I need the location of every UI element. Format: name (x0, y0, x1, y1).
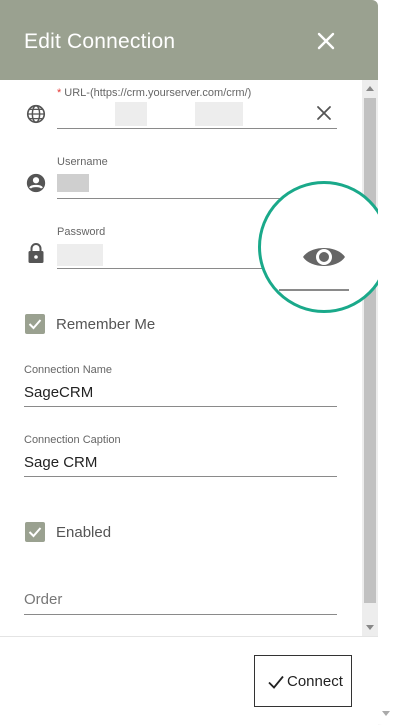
form-scrollbar[interactable] (362, 80, 378, 636)
order-input[interactable] (24, 614, 337, 615)
connect-label: Connect (287, 673, 343, 690)
globe-icon (25, 103, 47, 130)
remember-me-checkbox[interactable] (25, 314, 45, 334)
connection-name-input[interactable] (24, 406, 337, 407)
dialog-header: Edit Connection (0, 0, 378, 80)
password-label: Password (57, 226, 106, 238)
password-toggle-highlight (258, 181, 390, 313)
scrollbar-thumb[interactable] (364, 98, 376, 603)
connection-caption-label: Connection Caption (24, 434, 121, 446)
enabled-label: Enabled (56, 524, 112, 541)
password-input[interactable] (57, 268, 267, 269)
username-label: Username (57, 156, 108, 168)
url-label-text: URL-(https://crm.yourserver.com/crm/) (64, 87, 252, 99)
connection-caption-input[interactable] (24, 476, 337, 477)
url-label: * URL-(https://crm.yourserver.com/crm/) (57, 87, 251, 99)
scroll-up-arrow-icon[interactable] (366, 86, 374, 91)
dialog-title: Edit Connection (24, 30, 176, 53)
url-value-redacted-2 (195, 102, 243, 126)
order-placeholder: Order (24, 591, 63, 608)
clear-icon[interactable] (315, 104, 333, 127)
enabled-checkbox[interactable] (25, 522, 45, 542)
password-underline-highlight (279, 289, 349, 291)
close-icon[interactable] (315, 30, 337, 52)
connection-name-value: SageCRM (24, 384, 94, 401)
edit-connection-dialog: Edit Connection * URL-(https://crm.yourse… (0, 0, 378, 725)
connection-name-label: Connection Name (24, 364, 113, 376)
checkmark-icon (267, 674, 285, 695)
account-circle-icon (25, 172, 47, 199)
scroll-down-arrow-icon[interactable] (366, 625, 374, 630)
url-value-redacted (115, 102, 147, 126)
page-scroll-down-icon[interactable] (382, 711, 390, 716)
page-scrollbar[interactable] (378, 0, 395, 724)
eye-icon[interactable] (301, 242, 347, 277)
connection-caption-value: Sage CRM (24, 454, 98, 471)
username-value-redacted (57, 174, 89, 192)
required-marker: * (57, 87, 62, 99)
remember-me-label: Remember Me (56, 316, 156, 333)
form-scroll-area[interactable]: * URL-(https://crm.yourserver.com/crm/) U… (0, 80, 378, 636)
password-value-redacted (57, 244, 103, 266)
dialog-footer: Connect (0, 636, 378, 725)
lock-icon (27, 242, 45, 269)
connect-button[interactable]: Connect (254, 655, 352, 707)
url-input[interactable] (57, 128, 337, 129)
